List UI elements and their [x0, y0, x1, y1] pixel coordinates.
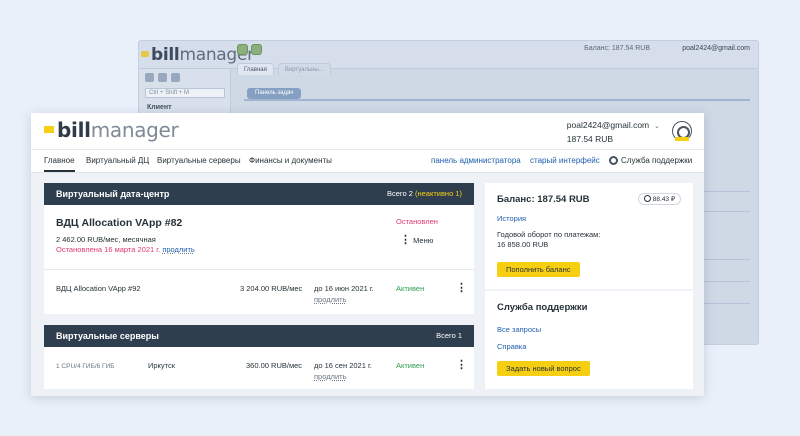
vdc-item-stopped: Остановлена 16 марта 2021 г. продлить — [56, 245, 195, 254]
kebab-icon: ⋮ — [400, 234, 411, 246]
old-tabs: Главная Виртуальны... — [237, 63, 331, 75]
old-panel-tab: Панель задач — [247, 88, 302, 99]
support-title: Служба поддержки — [497, 302, 588, 313]
old-interface-link[interactable]: старый интерфейс — [530, 156, 600, 165]
main-window: billmanager poal2424@gmail.com ⌄ 187.54 R… — [31, 113, 704, 396]
old-tab-virtual: Виртуальны... — [277, 63, 331, 75]
help-link[interactable]: Справка — [497, 342, 526, 351]
history-link[interactable]: История — [497, 214, 526, 223]
turnover-value: 16 858.00 RUB — [497, 240, 549, 249]
vdc-item-price: 2 462.00 RUB/мес, месячная — [56, 235, 156, 244]
avatar-icon[interactable] — [672, 121, 692, 141]
vdc-item2-price: 3 204.00 RUB/мес — [240, 284, 303, 293]
divider — [44, 269, 474, 270]
nav-virtual-servers[interactable]: Виртуальные серверы — [157, 156, 241, 165]
vdc-item-menu[interactable]: ⋮ Меню — [400, 234, 433, 246]
old-topbar: billmanager Баланс: 187.54 RUB poal2424@… — [139, 41, 758, 69]
server-config[interactable]: 1 CPU/4 ГИБ/6 ГИБ — [56, 363, 115, 370]
old-search-input: Ctrl + Shift + M — [145, 88, 225, 98]
old-logo-mark — [141, 51, 149, 57]
extend-link[interactable]: продлить — [314, 295, 347, 304]
balance-title: Баланс: 187.54 RUB — [497, 194, 590, 205]
old-user: poal2424@gmail.com — [682, 45, 750, 52]
servers-count: Всего 1 — [436, 331, 462, 340]
vdc-item-name[interactable]: ВДЦ Allocation VApp #82 — [56, 217, 182, 229]
vdc-title: Виртуальный дата-центр — [56, 189, 170, 199]
old-tool-icon — [251, 44, 262, 55]
extend-link[interactable]: продлить — [162, 245, 195, 254]
vdc-item-status: Остановлен — [396, 217, 438, 226]
user-email: poal2424@gmail.com — [566, 120, 650, 130]
old-client-label: Клиент — [147, 104, 172, 111]
user-balance: 187.54 RUB — [566, 134, 614, 144]
vdc-card-header: Виртуальный дата-центр Всего 2 (неактивн… — [44, 183, 474, 205]
old-balance: Баланс: 187.54 RUB — [584, 45, 650, 52]
currency-icon — [643, 195, 651, 202]
support-link[interactable]: Служба поддержки — [609, 156, 692, 165]
new-request-button[interactable]: Задать новый вопрос — [497, 361, 590, 376]
old-tab-main: Главная — [237, 63, 274, 75]
extend-link[interactable]: продлить — [314, 372, 347, 381]
vdc-count: Всего 2 (неактивно 1) — [386, 189, 462, 198]
header: billmanager poal2424@gmail.com ⌄ 187.54 R… — [31, 113, 704, 149]
nav-virtual-dc[interactable]: Виртуальный ДЦ — [86, 156, 149, 165]
servers-card: Виртуальные серверы Всего 1 1 CPU/4 ГИБ/… — [44, 325, 474, 389]
main-nav: Главное Виртуальный ДЦ Виртуальные серве… — [31, 149, 704, 173]
kebab-icon[interactable]: ⋮ — [456, 283, 467, 294]
server-price: 360.00 RUB/мес — [246, 361, 303, 370]
admin-panel-link[interactable]: панель администратора — [431, 156, 521, 165]
kebab-icon[interactable]: ⋮ — [456, 360, 467, 371]
balance-pill: 88.43 ₽ — [637, 193, 681, 205]
old-divider — [244, 99, 750, 101]
balance-card: Баланс: 187.54 RUB 88.43 ₽ История Годов… — [485, 183, 693, 289]
server-status: Активен — [396, 361, 425, 370]
logo[interactable]: billmanager — [57, 118, 179, 142]
servers-title: Виртуальные серверы — [56, 331, 159, 341]
old-toolbar-icons — [237, 44, 265, 56]
vdc-item2-until: до 16 июн 2021 г. — [314, 284, 374, 293]
vdc-card: Виртуальный дата-центр Всего 2 (неактивн… — [44, 183, 474, 314]
user-menu[interactable]: poal2424@gmail.com ⌄ 187.54 RUB — [567, 119, 660, 145]
topup-button[interactable]: Пополнить баланс — [497, 262, 580, 277]
server-until: до 16 сен 2021 г. — [314, 361, 372, 370]
vdc-item2-name[interactable]: ВДЦ Allocation VApp #92 — [56, 284, 141, 293]
turnover-label: Годовой оборот по платежам: — [497, 230, 601, 239]
support-card: Служба поддержки Все запросы Справка Зад… — [485, 291, 693, 389]
old-tool-icon — [237, 44, 248, 55]
old-sidebar-icons — [145, 73, 180, 82]
servers-card-header: Виртуальные серверы Всего 1 — [44, 325, 474, 347]
vdc-item2-status: Активен — [396, 284, 425, 293]
nav-finance[interactable]: Финансы и документы — [249, 156, 332, 165]
logo-mark — [44, 126, 54, 133]
all-requests-link[interactable]: Все запросы — [497, 325, 541, 334]
server-location: Иркутск — [148, 361, 176, 370]
lifebuoy-icon — [609, 156, 618, 165]
nav-main[interactable]: Главное — [44, 156, 75, 172]
chevron-down-icon: ⌄ — [654, 123, 660, 130]
